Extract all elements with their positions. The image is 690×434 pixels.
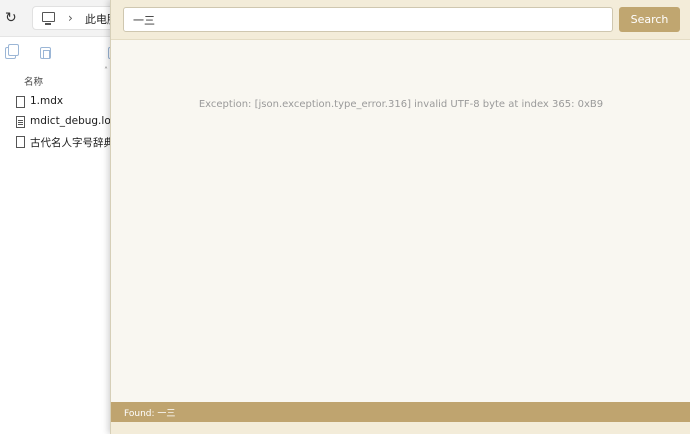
dictionary-window: Search Exception: [json.exception.type_e… bbox=[110, 0, 690, 434]
window-bottom-edge bbox=[111, 422, 690, 434]
file-name: 1.mdx bbox=[30, 95, 64, 107]
paste-icon[interactable] bbox=[40, 47, 51, 59]
search-input[interactable] bbox=[123, 7, 613, 32]
address-bar[interactable]: › 此电脑 bbox=[32, 6, 122, 30]
file-explorer-window: ↻ › 此电脑 ˄ 名称 1.mdx mdict_debug.log 古代名人字… bbox=[0, 0, 140, 434]
this-pc-icon bbox=[42, 12, 55, 25]
search-bar: Search bbox=[111, 0, 690, 40]
search-button[interactable]: Search bbox=[619, 7, 680, 32]
file-icon bbox=[16, 96, 25, 108]
file-icon bbox=[16, 136, 25, 148]
log-file-icon bbox=[16, 116, 25, 128]
status-text: Found: 一三 bbox=[124, 409, 176, 419]
file-name: mdict_debug.log bbox=[30, 115, 118, 127]
file-item[interactable]: 1.mdx bbox=[16, 95, 116, 111]
explorer-topbar: ↻ › 此电脑 bbox=[0, 0, 122, 37]
error-message: Exception: [json.exception.type_error.31… bbox=[198, 99, 604, 110]
file-item[interactable]: 古代名人字号辞典.mdx bbox=[16, 135, 140, 151]
sort-up-icon: ˄ bbox=[104, 66, 108, 75]
chevron-right-icon[interactable]: › bbox=[68, 10, 73, 26]
status-bar: Found: 一三 bbox=[111, 402, 690, 422]
column-header-name[interactable]: 名称 bbox=[24, 74, 43, 88]
refresh-icon[interactable]: ↻ bbox=[5, 10, 19, 26]
copy-icon[interactable] bbox=[5, 44, 19, 59]
explorer-toolbar bbox=[0, 38, 119, 70]
file-item[interactable]: mdict_debug.log bbox=[16, 115, 118, 131]
result-content: Exception: [json.exception.type_error.31… bbox=[111, 41, 690, 402]
